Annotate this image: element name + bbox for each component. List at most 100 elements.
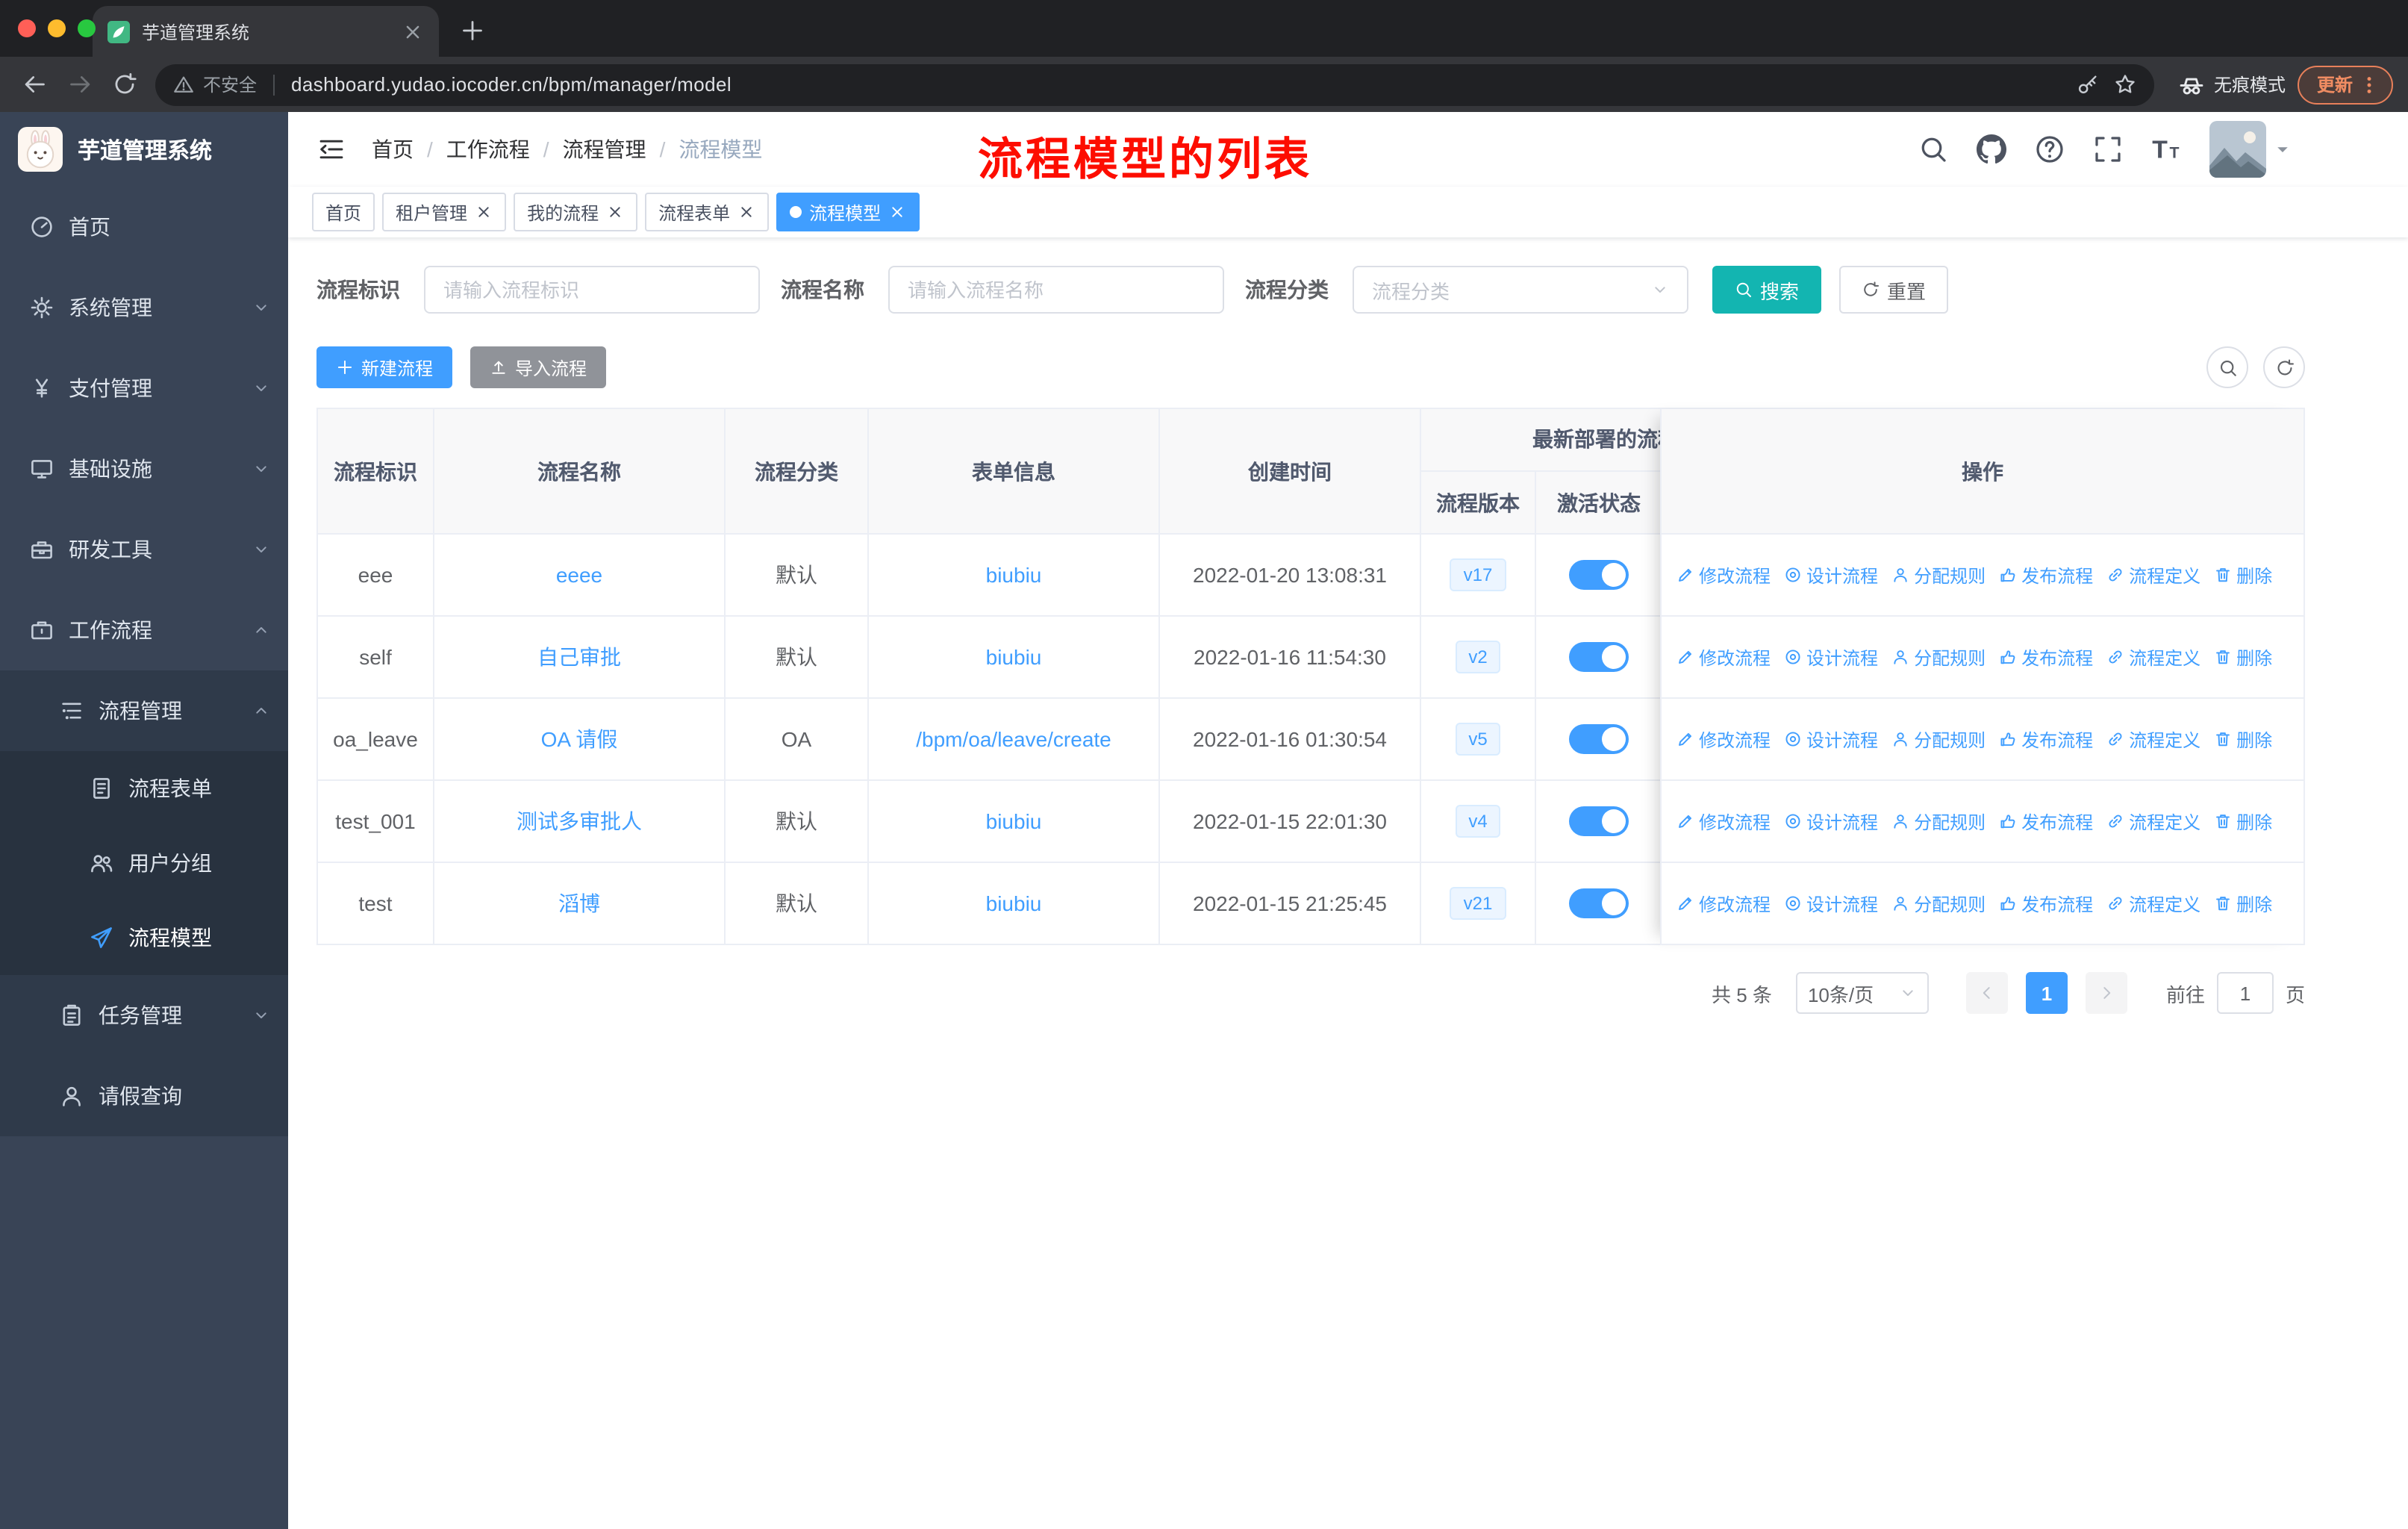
minimize-window-button[interactable] [48,19,66,37]
browser-update-button[interactable]: 更新 [2297,65,2393,104]
process-name-link[interactable]: 自己审批 [537,642,621,672]
edit-process-action[interactable]: 修改流程 [1676,726,1771,752]
close-icon[interactable] [606,203,624,221]
design-process-action[interactable]: 设计流程 [1784,891,1878,916]
tab-close-icon[interactable] [402,20,424,43]
sidebar-item-process-management[interactable]: 流程管理 [0,670,288,751]
active-toggle[interactable] [1569,724,1629,754]
active-toggle[interactable] [1569,888,1629,918]
category-select[interactable]: 流程分类 [1353,266,1688,314]
breadcrumb-item[interactable]: 首页 [372,134,414,164]
import-process-button[interactable]: 导入流程 [470,346,607,388]
publish-process-action[interactable]: 发布流程 [1999,562,2093,588]
close-icon[interactable] [737,203,755,221]
page-button-1[interactable]: 1 [2025,972,2068,1014]
form-info-link[interactable]: biubiu [986,645,1042,669]
definition-process-action[interactable]: 流程定义 [2106,644,2200,670]
assign-process-action[interactable]: 分配规则 [1891,726,1986,752]
edit-process-action[interactable]: 修改流程 [1676,562,1771,588]
goto-page-input[interactable] [2216,972,2274,1014]
definition-process-action[interactable]: 流程定义 [2106,809,2200,834]
definition-process-action[interactable]: 流程定义 [2106,562,2200,588]
sidebar-fold-button[interactable] [318,136,345,163]
sidebar-item-home[interactable]: 首页 [0,187,288,267]
breadcrumb-item[interactable]: 工作流程 [446,134,530,164]
tag-home[interactable]: 首页 [312,193,375,231]
sidebar-item-system-management[interactable]: 系统管理 [0,267,288,348]
sidebar-item-user-group[interactable]: 用户分组 [0,826,288,900]
sidebar-item-payment-management[interactable]: 支付管理 [0,348,288,429]
url-text[interactable]: dashboard.yudao.iocoder.cn/bpm/manager/m… [291,73,732,96]
delete-process-action[interactable]: 删除 [2214,562,2272,588]
design-process-action[interactable]: 设计流程 [1784,644,1878,670]
process-name-link[interactable]: OA 请假 [541,724,618,754]
edit-process-action[interactable]: 修改流程 [1676,809,1771,834]
active-toggle[interactable] [1569,642,1629,672]
assign-process-action[interactable]: 分配规则 [1891,809,1986,834]
github-icon[interactable] [1977,134,2006,164]
new-tab-button[interactable] [460,18,485,43]
active-toggle[interactable] [1569,806,1629,836]
sidebar-logo[interactable]: 芋道管理系统 [0,112,288,187]
delete-process-action[interactable]: 删除 [2214,726,2272,752]
delete-process-action[interactable]: 删除 [2214,891,2272,916]
design-process-action[interactable]: 设计流程 [1784,562,1878,588]
forward-button[interactable] [60,65,99,104]
sidebar-item-leave-query[interactable]: 请假查询 [0,1056,288,1136]
reload-button[interactable] [105,65,143,104]
user-menu[interactable] [2209,121,2292,178]
reset-button[interactable]: 重置 [1839,266,1949,314]
assign-process-action[interactable]: 分配规则 [1891,562,1986,588]
close-icon[interactable] [888,203,906,221]
maximize-window-button[interactable] [78,19,96,37]
publish-process-action[interactable]: 发布流程 [1999,726,2093,752]
publish-process-action[interactable]: 发布流程 [1999,644,2093,670]
publish-process-action[interactable]: 发布流程 [1999,809,2093,834]
key-icon[interactable] [2077,73,2099,96]
create-process-button[interactable]: 新建流程 [316,346,453,388]
edit-process-action[interactable]: 修改流程 [1676,891,1771,916]
form-info-link[interactable]: /bpm/oa/leave/create [916,727,1111,751]
sidebar-item-workflow[interactable]: 工作流程 [0,590,288,670]
form-info-link[interactable]: biubiu [986,809,1042,833]
delete-process-action[interactable]: 删除 [2214,809,2272,834]
active-toggle[interactable] [1569,560,1629,590]
delete-process-action[interactable]: 删除 [2214,644,2272,670]
tag-process-form[interactable]: 流程表单 [645,193,770,231]
question-icon[interactable] [2035,134,2065,164]
edit-process-action[interactable]: 修改流程 [1676,644,1771,670]
search-icon[interactable] [1918,134,1948,164]
definition-process-action[interactable]: 流程定义 [2106,891,2200,916]
fullscreen-icon[interactable] [2093,134,2123,164]
process-name-link[interactable]: 滔博 [558,888,600,918]
tag-my-process[interactable]: 我的流程 [514,193,638,231]
fontsize-icon[interactable]: TT [2151,134,2181,164]
refresh-tool-button[interactable] [2263,346,2305,388]
assign-process-action[interactable]: 分配规则 [1891,644,1986,670]
security-warning-icon[interactable] [173,74,194,95]
form-info-link[interactable]: biubiu [986,563,1042,587]
sidebar-item-infrastructure[interactable]: 基础设施 [0,429,288,509]
process-key-input[interactable] [424,266,760,314]
design-process-action[interactable]: 设计流程 [1784,809,1878,834]
close-icon[interactable] [475,203,493,221]
search-tool-button[interactable] [2206,346,2248,388]
page-size-select[interactable]: 10条/页 [1795,972,1929,1014]
process-name-link[interactable]: eeee [556,563,602,587]
process-name-input[interactable] [888,266,1224,314]
sidebar-item-dev-tools[interactable]: 研发工具 [0,509,288,590]
breadcrumb-item[interactable]: 流程管理 [563,134,646,164]
star-icon[interactable] [2114,73,2136,96]
browser-tab[interactable]: 芋道管理系统 [93,6,439,57]
browser-menu-icon[interactable] [2359,74,2380,95]
definition-process-action[interactable]: 流程定义 [2106,726,2200,752]
publish-process-action[interactable]: 发布流程 [1999,891,2093,916]
search-button[interactable]: 搜索 [1712,266,1822,314]
sidebar-item-process-model[interactable]: 流程模型 [0,900,288,975]
design-process-action[interactable]: 设计流程 [1784,726,1878,752]
sidebar-item-task-management[interactable]: 任务管理 [0,975,288,1056]
tag-process-model[interactable]: 流程模型 [776,193,920,231]
assign-process-action[interactable]: 分配规则 [1891,891,1986,916]
process-name-link[interactable]: 测试多审批人 [517,806,642,836]
prev-page-button[interactable] [1965,972,2008,1014]
